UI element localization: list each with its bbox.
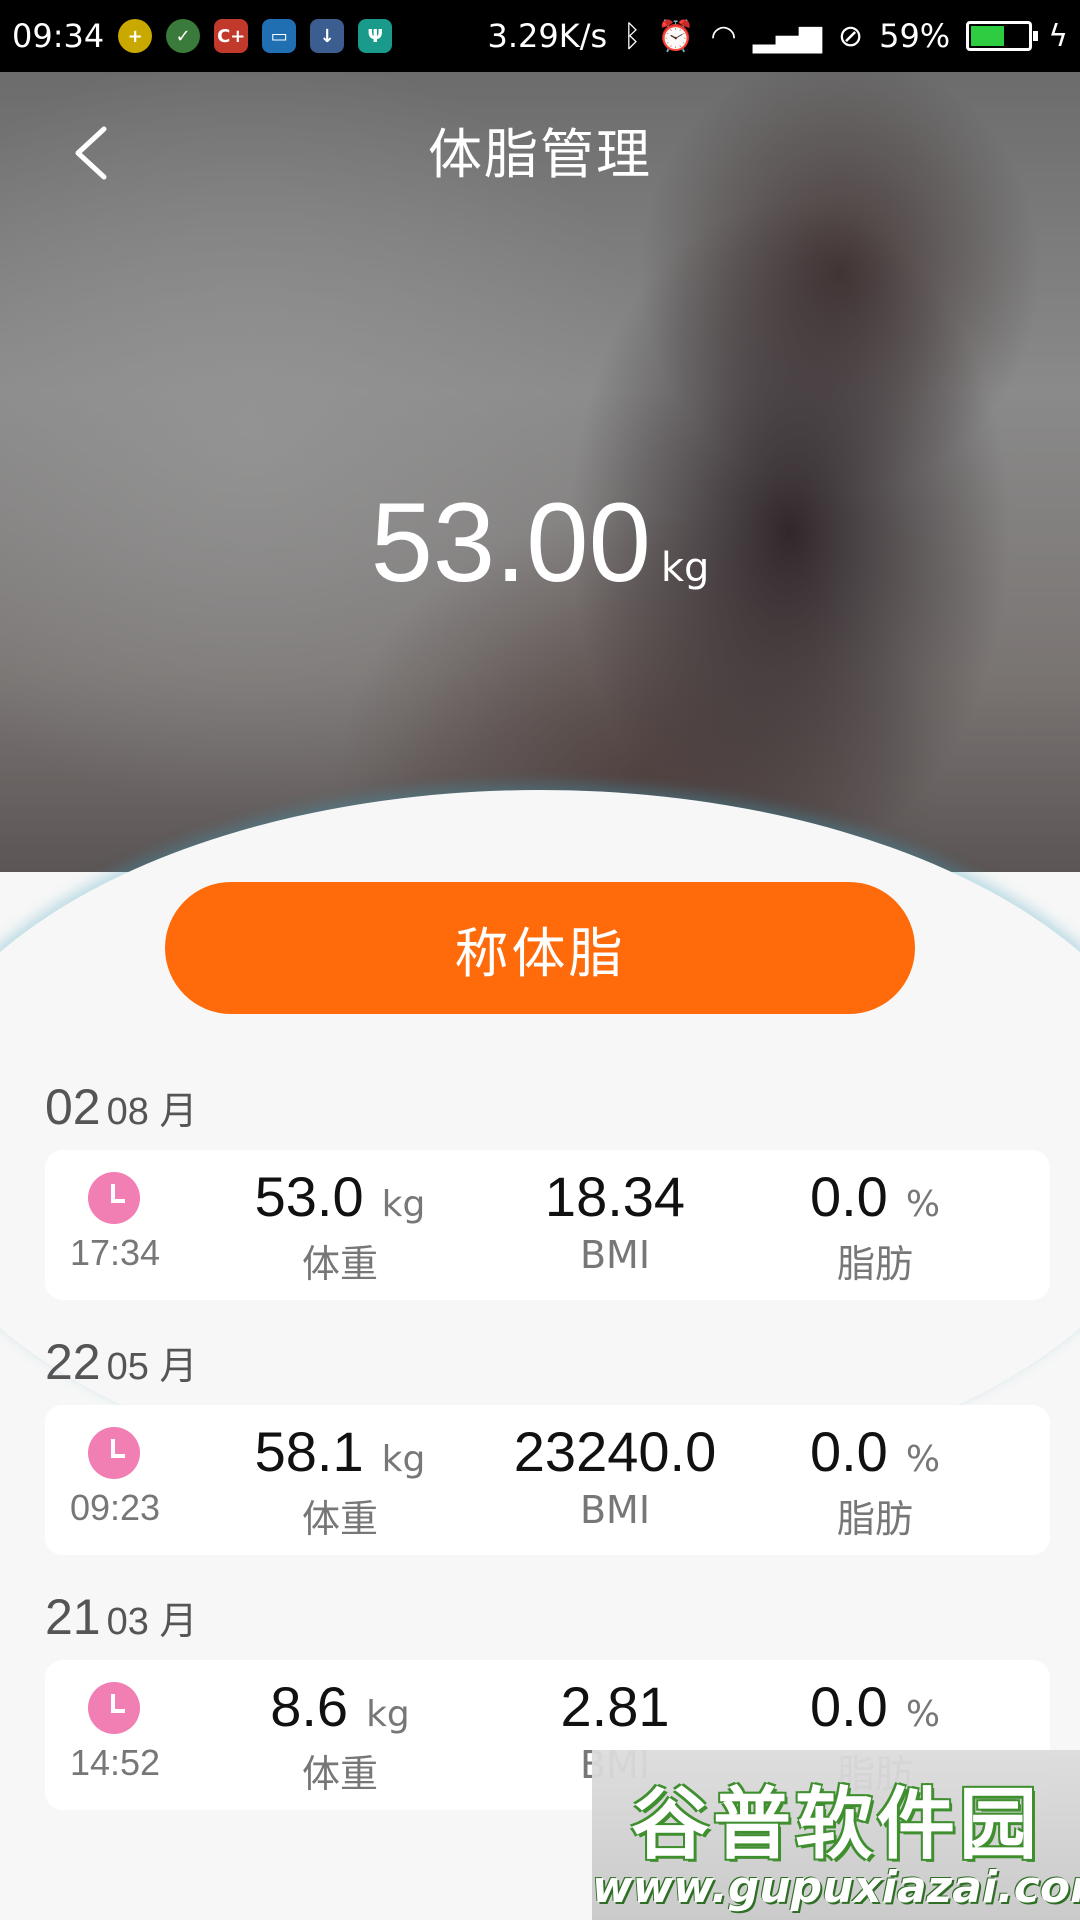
weight-unit: kg: [366, 1694, 410, 1735]
clock-icon: [88, 1172, 140, 1224]
fat-value: 0.0: [809, 1675, 888, 1738]
record-card[interactable]: 17:34 53.0 kg 体重 18.34 BMI 0.0% 脂肪: [45, 1150, 1050, 1300]
status-right: 3.29K/s ᛒ ⏰ ◠ ▂▄▆ ⊘ 59% ϟ: [487, 17, 1068, 55]
fat-metric: 0.0% 脂肪: [775, 1164, 975, 1288]
date-header: 21 03 月: [45, 1588, 197, 1646]
weight-metric: 8.6 kg 体重: [240, 1674, 440, 1798]
weight-label: 体重: [301, 1497, 378, 1541]
fat-value: 0.0: [809, 1420, 888, 1483]
weigh-body-fat-button[interactable]: 称体脂: [165, 882, 915, 1014]
fat-unit: %: [905, 1439, 941, 1480]
bmi-label: BMI: [579, 1488, 651, 1532]
current-weight-value: 53.00: [370, 480, 651, 605]
status-time: 09:34: [12, 17, 105, 55]
bmi-metric: 18.34 BMI: [485, 1164, 745, 1277]
weight-value: 58.1: [254, 1420, 364, 1483]
date-day: 21: [45, 1589, 101, 1645]
battery-icon: [966, 21, 1039, 51]
weight-metric: 58.1 kg 体重: [240, 1419, 440, 1543]
add-icon: +: [118, 19, 153, 53]
current-weight-unit: kg: [660, 545, 710, 591]
watermark-brand: 谷普软件园: [630, 1780, 1041, 1870]
bmi-value: 18.34: [544, 1165, 686, 1228]
fat-value: 0.0: [809, 1165, 888, 1228]
date-month: 08 月: [106, 1091, 198, 1133]
weight-label: 体重: [301, 1752, 378, 1796]
date-header: 22 05 月: [45, 1333, 197, 1391]
weight-metric: 53.0 kg 体重: [240, 1164, 440, 1288]
watermark-url: www.gupuxiazai.com: [592, 1862, 1080, 1913]
fat-unit: %: [905, 1694, 941, 1735]
weight-unit: kg: [381, 1439, 426, 1480]
bmi-metric: 23240.0 BMI: [485, 1419, 745, 1532]
watermark: 谷普软件园 www.gupuxiazai.com: [592, 1750, 1080, 1920]
bmi-value: 2.81: [560, 1675, 670, 1738]
download-icon: ↓: [310, 19, 345, 53]
weight-unit: kg: [381, 1184, 426, 1225]
status-bar: 09:34 + ✓ C+ ▭ ↓ Ψ 3.29K/s ᛒ ⏰ ◠ ▂▄▆ ⊘ 5…: [0, 0, 1080, 72]
message-icon: ▭: [262, 19, 297, 53]
clock-icon: [88, 1427, 140, 1479]
charging-icon: ϟ: [1048, 18, 1068, 54]
bmi-label: BMI: [579, 1233, 651, 1277]
page-title: 体脂管理: [428, 123, 652, 186]
fat-unit: %: [905, 1184, 941, 1225]
record-card[interactable]: 09:23 58.1 kg 体重 23240.0 BMI 0.0% 脂肪: [45, 1405, 1050, 1555]
hero-banner: [0, 72, 1080, 872]
date-header: 02 08 月: [45, 1078, 197, 1136]
battery-percent: 59%: [879, 17, 951, 55]
record-time: 17:34: [69, 1232, 161, 1273]
record-time: 09:23: [69, 1487, 161, 1528]
bmi-value: 23240.0: [513, 1420, 717, 1483]
date-month: 05 月: [106, 1346, 198, 1388]
current-weight: 53.00 kg: [0, 478, 1080, 607]
fat-metric: 0.0% 脂肪: [775, 1419, 975, 1543]
wifi-icon: ◠: [710, 18, 737, 54]
date-day: 22: [45, 1334, 101, 1390]
bluetooth-icon: ᛒ: [623, 18, 642, 54]
clock-icon: [88, 1682, 140, 1734]
app-screen: 09:34 + ✓ C+ ▭ ↓ Ψ 3.29K/s ᛒ ⏰ ◠ ▂▄▆ ⊘ 5…: [0, 0, 1080, 1920]
record-time: 14:52: [69, 1742, 161, 1783]
weight-value: 53.0: [254, 1165, 364, 1228]
weight-value: 8.6: [270, 1675, 349, 1738]
date-day: 02: [45, 1079, 101, 1135]
weight-label: 体重: [301, 1242, 378, 1286]
date-month: 03 月: [106, 1601, 198, 1643]
no-disturb-icon: ⊘: [837, 18, 864, 54]
fat-label: 脂肪: [836, 1497, 913, 1541]
signal-icon: ▂▄▆: [752, 18, 822, 54]
usb-icon: Ψ: [358, 19, 393, 53]
c-plus-icon: C+: [214, 19, 249, 53]
check-icon: ✓: [166, 19, 201, 53]
network-speed: 3.29K/s: [487, 17, 608, 55]
alarm-icon: ⏰: [657, 18, 695, 54]
fat-label: 脂肪: [836, 1242, 913, 1286]
